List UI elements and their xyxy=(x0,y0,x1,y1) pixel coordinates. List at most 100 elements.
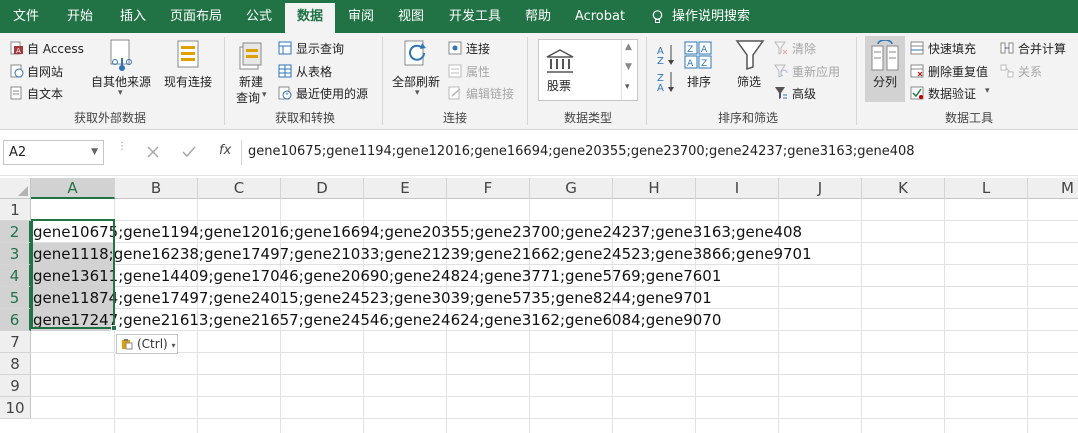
row-header-5[interactable]: 5 xyxy=(0,287,31,309)
connections-button[interactable]: 连接 xyxy=(466,40,490,57)
row-header-6[interactable]: 6 xyxy=(0,309,31,331)
tab-insert[interactable]: 插入 xyxy=(108,0,158,33)
row-header-10[interactable]: 10 xyxy=(0,397,31,419)
sort-az-icon: A Z Z A xyxy=(657,45,674,93)
column-header-j[interactable]: J xyxy=(779,178,862,199)
text-to-columns-label[interactable]: 分列 xyxy=(873,73,897,90)
enter-icon[interactable] xyxy=(182,145,196,159)
relationships-button[interactable]: 关系 xyxy=(1018,63,1042,80)
data-validation-icon xyxy=(910,86,924,100)
group-separator xyxy=(856,37,857,125)
consolidate-icon xyxy=(1000,42,1014,54)
from-access-button[interactable]: 自 Access xyxy=(27,40,84,57)
web-icon xyxy=(10,64,24,78)
chevron-up-icon[interactable]: ▲ xyxy=(625,42,632,52)
cancel-icon[interactable] xyxy=(146,145,160,159)
tell-me-search[interactable]: 操作说明搜索 xyxy=(672,0,784,33)
formula-bar-grip[interactable]: ⋮ xyxy=(117,142,127,160)
cell-a3[interactable]: gene1118;gene16238;gene17497;gene21033;g… xyxy=(33,243,812,265)
select-all-button[interactable] xyxy=(0,178,31,199)
row-header-2[interactable]: 2 xyxy=(0,221,31,243)
cell-a6[interactable]: gene17247;gene21613;gene21657;gene24546;… xyxy=(33,309,721,331)
selection-range xyxy=(31,219,115,329)
column-header-m[interactable]: M xyxy=(1028,178,1078,199)
from-web-button[interactable]: 自网站 xyxy=(27,63,63,80)
name-box-value: A2 xyxy=(9,145,27,160)
data-type-gallery[interactable]: 股票 ▲ ▼ ▾ xyxy=(538,39,638,101)
relationships-icon xyxy=(1000,64,1014,78)
gallery-more-icon[interactable]: ▾ xyxy=(625,82,630,92)
sort-button[interactable]: 排序 xyxy=(687,73,711,90)
column-header-c[interactable]: C xyxy=(198,178,281,199)
text-to-columns-button[interactable]: 分列 xyxy=(865,36,905,102)
flash-fill-button[interactable]: 快速填充 xyxy=(928,40,976,57)
tab-help[interactable]: 帮助 xyxy=(514,0,562,33)
tab-review[interactable]: 审阅 xyxy=(336,0,386,33)
existing-connections-button[interactable]: 现有连接 xyxy=(164,73,212,90)
formula-input[interactable]: gene10675;gene1194;gene12016;gene16694;g… xyxy=(248,140,1074,165)
text-to-columns-icon xyxy=(871,40,899,71)
worksheet-grid[interactable]: A B C D E F G H I J K L M 1 2 3 4 5 6 7 … xyxy=(0,176,1078,433)
row-header-8[interactable]: 8 xyxy=(0,353,31,375)
column-header-e[interactable]: E xyxy=(364,178,447,199)
row-header-3[interactable]: 3 xyxy=(0,243,31,265)
column-header-b[interactable]: B xyxy=(115,178,198,199)
tab-file[interactable]: 文件 xyxy=(0,0,52,33)
edit-links-button[interactable]: 编辑链接 xyxy=(466,85,514,102)
group-label: 获取和转换 xyxy=(274,111,335,125)
gridline xyxy=(31,352,1078,353)
column-header-i[interactable]: I xyxy=(696,178,779,199)
column-header-g[interactable]: G xyxy=(530,178,613,199)
new-query-button[interactable]: 新建 xyxy=(239,73,263,90)
new-query-label-2[interactable]: 查询 xyxy=(236,89,260,106)
column-header-d[interactable]: D xyxy=(281,178,364,199)
edit-links-icon xyxy=(448,86,461,100)
column-header-k[interactable]: K xyxy=(862,178,945,199)
stocks-button[interactable]: 股票 xyxy=(547,77,571,94)
clipboard-icon xyxy=(122,339,133,350)
row-header-9[interactable]: 9 xyxy=(0,375,31,397)
consolidate-button[interactable]: 合并计算 xyxy=(1018,40,1066,57)
name-box[interactable]: A2 ▼ xyxy=(3,140,104,165)
tab-formulas[interactable]: 公式 xyxy=(234,0,284,33)
row-header-4[interactable]: 4 xyxy=(0,265,31,287)
tab-page-layout[interactable]: 页面布局 xyxy=(158,0,234,33)
clear-button[interactable]: 清除 xyxy=(792,40,816,57)
advanced-button[interactable]: 高级 xyxy=(792,85,816,102)
chevron-down-icon[interactable]: ▼ xyxy=(625,62,632,72)
chevron-down-icon: ▾ xyxy=(985,86,990,96)
gallery-scroll[interactable]: ▲ ▼ ▾ xyxy=(621,40,638,100)
gridline xyxy=(944,199,945,433)
lightbulb-icon xyxy=(652,10,663,23)
cell-a5[interactable]: gene11874;gene17497;gene24015;gene24523;… xyxy=(33,287,712,309)
group-separator xyxy=(224,37,225,125)
fill-handle[interactable] xyxy=(111,325,117,331)
tab-acrobat[interactable]: Acrobat xyxy=(562,0,638,33)
row-header-1[interactable]: 1 xyxy=(0,199,31,221)
data-validation-button[interactable]: 数据验证 xyxy=(928,85,976,102)
reapply-icon xyxy=(774,64,788,78)
from-text-button[interactable]: 自文本 xyxy=(27,85,63,102)
cell-a4[interactable]: gene13611;gene14409;gene17046;gene20690;… xyxy=(33,265,721,287)
tab-data[interactable]: 数据 xyxy=(285,3,335,33)
filter-button[interactable]: 筛选 xyxy=(737,73,761,90)
recent-sources-button[interactable]: 最近使用的源 xyxy=(296,85,368,102)
reapply-button[interactable]: 重新应用 xyxy=(792,63,840,80)
column-header-l[interactable]: L xyxy=(945,178,1028,199)
chevron-down-icon[interactable]: ▼ xyxy=(91,141,98,164)
cell-a2[interactable]: gene10675;gene1194;gene12016;gene16694;g… xyxy=(33,221,802,243)
column-header-a[interactable]: A xyxy=(31,178,115,199)
column-header-h[interactable]: H xyxy=(613,178,696,199)
insert-function-button[interactable]: fx xyxy=(219,143,231,158)
tab-home[interactable]: 开始 xyxy=(52,0,108,33)
show-queries-button[interactable]: 显示查询 xyxy=(296,40,344,57)
row-header-7[interactable]: 7 xyxy=(0,331,31,353)
tab-view[interactable]: 视图 xyxy=(386,0,436,33)
properties-button[interactable]: 属性 xyxy=(466,63,490,80)
column-header-f[interactable]: F xyxy=(447,178,530,199)
chevron-down-icon: ▾ xyxy=(415,88,420,98)
tab-developer[interactable]: 开发工具 xyxy=(436,0,514,33)
from-table-button[interactable]: 从表格 xyxy=(296,63,332,80)
paste-options-button[interactable]: (Ctrl) ▾ xyxy=(116,334,178,354)
remove-duplicates-button[interactable]: 删除重复值 xyxy=(928,63,988,80)
